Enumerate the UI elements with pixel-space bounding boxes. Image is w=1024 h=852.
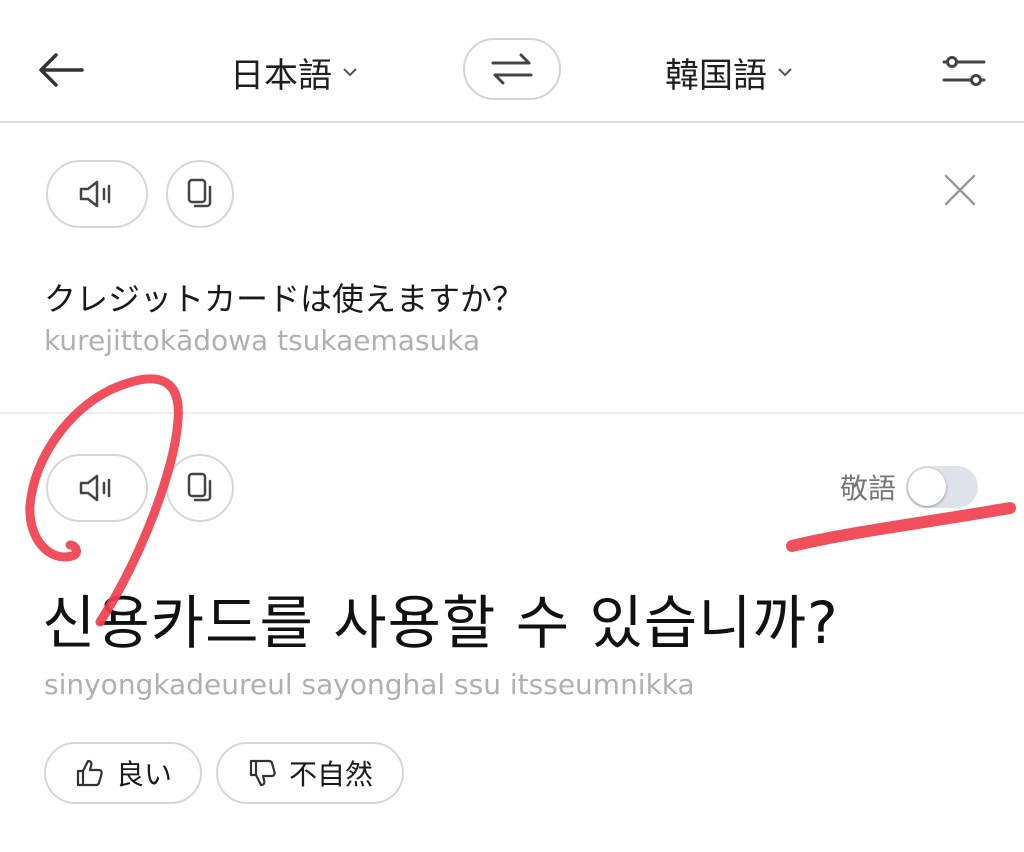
section-divider (0, 412, 1024, 414)
result-speak-button[interactable] (46, 454, 148, 522)
target-language-label: 韓国語 (665, 55, 767, 96)
back-button[interactable] (36, 50, 86, 90)
copy-icon (187, 472, 212, 502)
toggle-knob (908, 468, 947, 506)
speaker-icon (79, 180, 111, 208)
close-icon (944, 174, 976, 206)
source-language-selector[interactable]: 日本語 (230, 50, 358, 96)
honorific-setting: 敬語 (840, 466, 979, 508)
top-bar: 日本語 韓国語 (0, 0, 1024, 123)
good-feedback-label: 良い (115, 758, 172, 791)
chevron-down-icon (778, 68, 792, 77)
swap-languages-button[interactable] (463, 38, 561, 100)
swap-arrows-icon (491, 53, 533, 85)
thumbs-down-icon (249, 759, 276, 787)
source-copy-button[interactable] (166, 160, 234, 228)
source-text[interactable]: クレジットカードは使えますか？ (44, 274, 524, 320)
good-feedback-button[interactable]: 良い (44, 742, 202, 804)
thumbs-up-icon (76, 759, 103, 787)
source-language-label: 日本語 (230, 55, 332, 96)
unnatural-feedback-button[interactable]: 不自然 (216, 742, 404, 804)
target-language-selector[interactable]: 韓国語 (665, 50, 793, 96)
unnatural-feedback-label: 不自然 (288, 758, 373, 791)
honorific-toggle[interactable] (906, 466, 979, 508)
settings-button[interactable] (940, 52, 988, 90)
sliders-icon (942, 56, 986, 86)
speaker-icon (79, 474, 111, 502)
result-copy-button[interactable] (166, 454, 234, 522)
annotation-underline-stroke (786, 502, 1016, 552)
honorific-label: 敬語 (840, 472, 897, 505)
arrow-left-icon (39, 53, 84, 87)
source-speak-button[interactable] (46, 160, 148, 228)
source-romanization: kurejittokādowa tsukaemasuka (44, 324, 481, 357)
annotation-overlay (25, 374, 1016, 627)
copy-icon (187, 178, 212, 208)
chevron-down-icon (343, 68, 357, 77)
clear-input-button[interactable] (938, 168, 982, 212)
translated-romanization: sinyongkadeureul sayonghal ssu itsseumni… (44, 668, 695, 701)
translated-text: 신용카드를 사용할 수 있습니까? (42, 589, 839, 657)
